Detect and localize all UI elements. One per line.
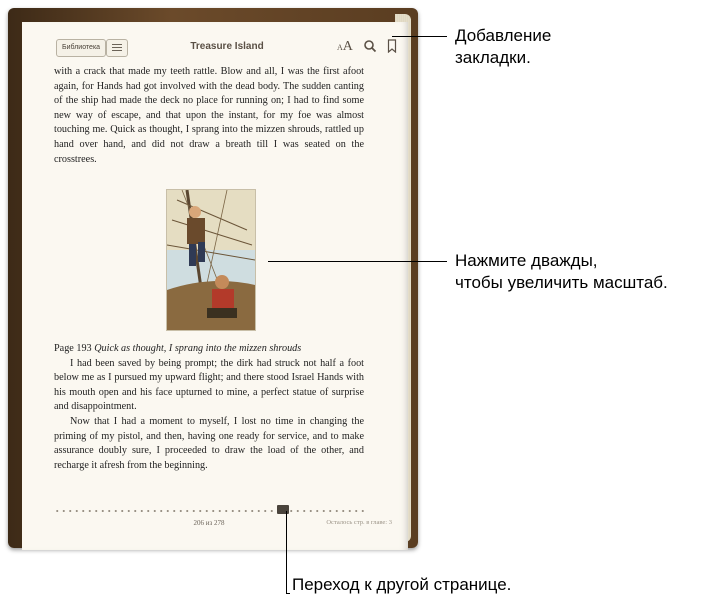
bookmark-icon[interactable] [387, 39, 397, 53]
paragraph: Now that I had a moment to myself, I los… [54, 415, 364, 471]
library-button[interactable]: Библиотека [56, 39, 107, 57]
paragraph: with a crack that made my teeth rattle. … [54, 66, 364, 165]
list-icon [112, 44, 122, 45]
callout-line-navigate-h [286, 593, 290, 594]
page-scrubber[interactable] [54, 505, 364, 514]
font-size-button[interactable]: AA [337, 38, 353, 56]
pages-remaining-label: Осталось стр. в главе: 3 [326, 519, 392, 526]
paragraph: I had been saved by being prompt; the di… [54, 357, 364, 413]
table-of-contents-button[interactable] [106, 39, 128, 57]
illustration[interactable] [166, 189, 256, 331]
book-page[interactable]: Библиотека Treasure Island AA with a cra… [22, 22, 408, 550]
text-block-bottom: Page 193 Quick as thought, I sprang into… [54, 342, 364, 473]
illustration-art [166, 189, 256, 331]
callout-line-zoom [268, 261, 447, 262]
callout-zoom-line2: чтобы увеличить масштаб. [455, 273, 668, 292]
scrubber-track[interactable] [54, 510, 364, 512]
font-big-glyph: A [342, 39, 353, 54]
reader-toolbar: Библиотека Treasure Island AA [22, 22, 408, 62]
callout-bookmark: Добавление закладки. [455, 26, 552, 67]
callout-line-navigate [286, 511, 287, 594]
search-icon[interactable] [363, 39, 377, 53]
illustration-caption: Page 193 Quick as thought, I sprang into… [54, 343, 302, 354]
callout-navigate: Переход к другой странице. [292, 575, 512, 594]
page-indicator: 206 из 278 [193, 519, 225, 527]
callout-line-bookmark [392, 36, 447, 37]
callout-zoom-line1: Нажмите дважды, [455, 251, 598, 270]
scrubber-thumb[interactable] [277, 505, 290, 514]
book-title: Treasure Island [190, 41, 264, 52]
text-block-top: with a crack that made my teeth rattle. … [54, 65, 364, 167]
